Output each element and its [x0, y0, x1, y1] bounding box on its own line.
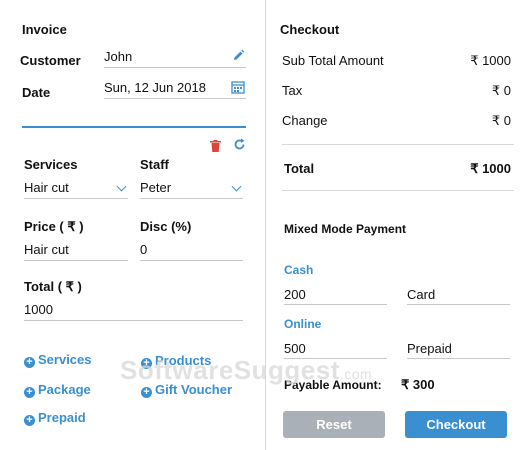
- payable-amount-value: ₹ 300: [401, 377, 435, 392]
- cash-method-select[interactable]: Card: [407, 284, 510, 305]
- online-method-select[interactable]: Prepaid: [407, 338, 510, 359]
- total-value: 1000: [24, 302, 53, 317]
- customer-value: John: [104, 49, 133, 64]
- price-input[interactable]: Hair cut: [24, 240, 128, 261]
- checkout-total-value: ₹ 1000: [470, 161, 511, 176]
- date-label: Date: [22, 85, 51, 100]
- watermark-logo: SoftwareSuggest.com: [120, 355, 372, 386]
- customer-label: Customer: [20, 53, 81, 68]
- online-label: Online: [284, 317, 322, 331]
- section-divider: [22, 126, 246, 128]
- delete-icon[interactable]: [210, 139, 221, 157]
- online-amount-value: 500: [284, 341, 306, 356]
- cash-amount-input[interactable]: 200: [284, 284, 387, 305]
- disc-label: Disc (%): [140, 219, 192, 234]
- plus-circle-icon: +: [24, 357, 35, 368]
- staff-label: Staff: [140, 157, 169, 172]
- divider: [282, 190, 514, 191]
- subtotal-label: Sub Total Amount: [282, 53, 384, 68]
- total-label: Total ( ₹ ): [24, 279, 82, 294]
- change-value: ₹ 0: [491, 113, 511, 128]
- add-prepaid-link[interactable]: + Prepaid: [24, 410, 86, 426]
- services-value: Hair cut: [24, 180, 69, 195]
- cash-method-value: Card: [407, 287, 436, 302]
- tax-label: Tax: [282, 83, 303, 98]
- refresh-icon[interactable]: [233, 138, 246, 156]
- reset-button[interactable]: Reset: [283, 411, 385, 438]
- checkout-button[interactable]: Checkout: [405, 411, 507, 438]
- subtotal-value: ₹ 1000: [470, 53, 511, 68]
- customer-field[interactable]: John: [104, 48, 246, 68]
- date-field[interactable]: Sun, 12 Jun 2018: [104, 79, 246, 99]
- invoice-title: Invoice: [22, 22, 67, 37]
- online-method-value: Prepaid: [407, 341, 452, 356]
- chevron-down-icon: [231, 181, 242, 192]
- services-select[interactable]: Hair cut: [24, 178, 128, 199]
- price-value: Hair cut: [24, 242, 69, 257]
- add-prepaid-label: Prepaid: [38, 410, 86, 425]
- staff-select[interactable]: Peter: [140, 178, 243, 199]
- cash-label: Cash: [284, 263, 314, 277]
- disc-value: 0: [140, 242, 148, 257]
- staff-value: Peter: [140, 180, 172, 195]
- edit-icon[interactable]: [232, 49, 245, 67]
- change-label: Change: [282, 113, 328, 128]
- calendar-icon[interactable]: [231, 80, 245, 99]
- cash-amount-value: 200: [284, 287, 306, 302]
- services-label: Services: [24, 157, 78, 172]
- price-label: Price ( ₹ ): [24, 219, 84, 234]
- date-value: Sun, 12 Jun 2018: [104, 80, 206, 95]
- add-services-link[interactable]: + Services: [24, 352, 92, 368]
- checkout-title: Checkout: [280, 22, 340, 37]
- add-package-link[interactable]: + Package: [24, 382, 91, 398]
- plus-circle-icon: +: [24, 415, 35, 426]
- watermark-brand: SoftwareSuggest: [120, 355, 340, 385]
- divider: [282, 144, 514, 145]
- total-input[interactable]: 1000: [24, 300, 243, 321]
- plus-circle-icon: +: [141, 387, 152, 398]
- checkout-total-label: Total: [284, 161, 315, 176]
- add-services-label: Services: [38, 352, 92, 367]
- tax-value: ₹ 0: [491, 83, 511, 98]
- plus-circle-icon: +: [24, 387, 35, 398]
- add-package-label: Package: [38, 382, 91, 397]
- disc-input[interactable]: 0: [140, 240, 243, 261]
- mixed-payment-title: Mixed Mode Payment: [284, 222, 407, 236]
- watermark-suffix: .com: [339, 366, 373, 382]
- chevron-down-icon: [116, 181, 127, 192]
